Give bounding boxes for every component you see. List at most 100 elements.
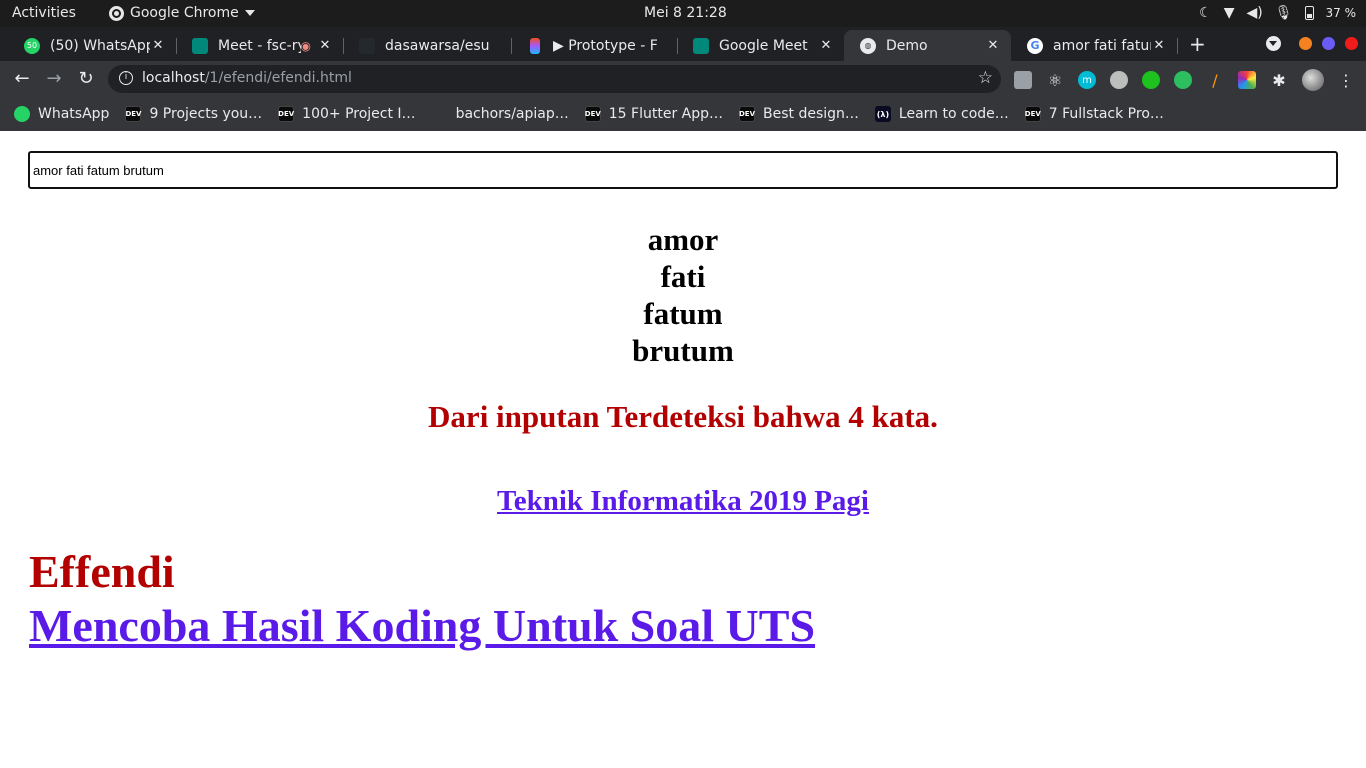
evernote-icon[interactable] — [1174, 71, 1192, 89]
url-path: /1/efendi/efendi.html — [204, 70, 352, 86]
word-item: brutum — [632, 333, 734, 368]
chrome-icon — [109, 5, 124, 21]
recording-icon: ◉ — [300, 38, 311, 53]
word-item: amor — [647, 222, 719, 257]
system-tray[interactable]: ☾ ▼ ◀) 🎙 37 % — [1199, 4, 1356, 22]
cat-extension-icon[interactable] — [1110, 71, 1128, 89]
close-icon[interactable]: ✕ — [818, 38, 834, 53]
github-icon — [432, 106, 448, 122]
uts-link[interactable]: Mencoba Hasil Koding Untuk Soal UTS — [29, 599, 815, 652]
tab-title: dasawarsa/esu — [385, 37, 490, 54]
bookmark-label: 15 Flutter App… — [608, 106, 723, 122]
avatar[interactable] — [1302, 69, 1324, 91]
window-controls — [1266, 36, 1358, 51]
app-menu[interactable]: Google Chrome — [109, 5, 255, 21]
bookmark-item[interactable]: DEV Best design… — [739, 106, 859, 122]
dev-icon: DEV — [1024, 106, 1041, 122]
bookmark-label: 7 Fullstack Pro… — [1048, 106, 1164, 122]
whatsapp-icon — [14, 106, 30, 122]
tab-meet-fsc[interactable]: Meet - fsc-ry ◉ ✕ — [176, 30, 344, 61]
close-icon[interactable]: ✕ — [150, 38, 166, 53]
chevron-down-icon — [244, 10, 255, 16]
bookmark-label: Best design… — [763, 106, 859, 122]
bookmark-label: 9 Projects you… — [149, 106, 263, 122]
tab-google-search[interactable]: G amor fati fatum ✕ — [1011, 30, 1178, 61]
tab-title: amor fati fatum — [1053, 37, 1151, 54]
forward-arrow-icon[interactable]: → — [43, 68, 65, 89]
word-count-result: Dari inputan Terdeteksi bahwa 4 kata. — [428, 399, 938, 434]
url-host: localhost — [142, 70, 205, 86]
close-icon[interactable]: ✕ — [317, 38, 333, 53]
tab-title: Demo — [886, 37, 928, 54]
microphone-icon: 🎙 — [1274, 5, 1293, 21]
bookmark-item[interactable]: bachors/apiap… — [432, 106, 569, 122]
globe-icon: ◍ — [860, 37, 876, 54]
battery-icon — [1304, 6, 1314, 20]
bookmarks-bar: WhatsApp DEV 9 Projects you… DEV 100+ Proj… — [0, 97, 1366, 131]
back-arrow-icon[interactable]: ← — [11, 68, 33, 89]
tab-figma-prototype[interactable]: ▶ Prototype - F — [511, 30, 678, 61]
dev-icon: DEV — [739, 106, 755, 122]
tab-demo[interactable]: ◍ Demo ✕ — [844, 30, 1011, 61]
page-content: amor fati fatum brutum Dari inputan Terd… — [0, 131, 1366, 768]
bookmark-item[interactable]: DEV 15 Flutter App… — [584, 106, 723, 122]
word-item: fatum — [643, 296, 723, 331]
bookmark-label: 100+ Project I… — [302, 106, 416, 122]
night-light-icon: ☾ — [1199, 5, 1212, 21]
whatsapp-icon: 50 — [24, 37, 40, 54]
color-picker-icon[interactable] — [1238, 71, 1256, 89]
tab-strip: 50 (50) WhatsApp ✕ Meet - fsc-ry ◉ ✕ das… — [0, 27, 1366, 61]
bookmark-item[interactable]: DEV 7 Fullstack Pro… — [1024, 106, 1164, 122]
extensions-area: ⚛ m / ✱ ⋮ — [1014, 69, 1354, 91]
dev-icon: DEV — [584, 106, 601, 122]
word-item: fati — [660, 259, 706, 294]
bookmark-item[interactable]: WhatsApp — [14, 106, 109, 122]
tab-search-icon[interactable] — [1266, 36, 1281, 51]
tab-title: (50) WhatsApp — [50, 37, 150, 54]
url-text[interactable]: localhost/1/efendi/efendi.html — [142, 70, 352, 86]
word-list: amor fati fatum brutum — [0, 221, 1366, 369]
tab-separator — [1177, 38, 1178, 54]
bookmark-item[interactable]: DEV 100+ Project I… — [278, 106, 416, 122]
author-name: Effendi — [29, 546, 175, 597]
close-icon[interactable]: ✕ — [1151, 38, 1167, 53]
mendeley-extension-icon[interactable]: m — [1078, 71, 1096, 89]
pen-extension-icon[interactable]: / — [1206, 71, 1224, 90]
close-window-button[interactable] — [1345, 37, 1358, 50]
thumbs-up-extension-icon[interactable] — [1142, 71, 1160, 89]
tab-title: ▶ Prototype - F — [553, 37, 658, 54]
freecodecamp-icon: (λ) — [874, 106, 891, 122]
system-top-bar: Activities Google Chrome Mei 8 21:28 ☾ ▼… — [0, 0, 1366, 27]
tab-github-dasawarsa[interactable]: dasawarsa/esu — [343, 30, 512, 61]
close-icon[interactable]: ✕ — [985, 38, 1001, 53]
address-bar[interactable]: i localhost/1/efendi/efendi.html ☆ — [108, 65, 1001, 93]
text-input[interactable] — [28, 151, 1338, 189]
activities-button[interactable]: Activities — [12, 5, 76, 21]
dev-icon: DEV — [125, 106, 141, 122]
bookmark-label: bachors/apiap… — [455, 106, 569, 122]
minimize-button[interactable] — [1299, 37, 1312, 50]
clock[interactable]: Mei 8 21:28 — [644, 5, 727, 21]
bookmark-star-icon[interactable]: ☆ — [978, 68, 993, 88]
bookmark-label: WhatsApp — [38, 106, 110, 122]
tab-title: Meet - fsc-ry — [218, 37, 301, 54]
tab-google-meet[interactable]: Google Meet ✕ — [677, 30, 844, 61]
react-devtools-icon[interactable]: ⚛ — [1046, 71, 1064, 90]
bookmark-item[interactable]: DEV 9 Projects you… — [125, 106, 262, 122]
bookmark-item[interactable]: (λ) Learn to code… — [874, 106, 1009, 122]
tab-whatsapp[interactable]: 50 (50) WhatsApp ✕ — [8, 30, 177, 61]
kebab-menu-icon[interactable]: ⋮ — [1338, 71, 1354, 90]
browser-toolbar: ← → ↻ i localhost/1/efendi/efendi.html ☆… — [0, 61, 1366, 97]
class-link[interactable]: Teknik Informatika 2019 Pagi — [0, 485, 1366, 518]
maximize-button[interactable] — [1322, 37, 1335, 50]
screenshot-extension-icon[interactable] — [1014, 71, 1032, 89]
github-icon — [359, 37, 375, 54]
figma-icon — [530, 37, 540, 54]
google-meet-icon — [693, 37, 709, 54]
puzzle-icon[interactable]: ✱ — [1270, 71, 1288, 90]
reload-icon[interactable]: ↻ — [75, 68, 97, 89]
new-tab-button[interactable]: + — [1189, 32, 1206, 56]
tab-title: Google Meet — [719, 37, 808, 54]
info-icon[interactable]: i — [119, 71, 133, 85]
volume-icon: ◀) — [1246, 5, 1263, 21]
